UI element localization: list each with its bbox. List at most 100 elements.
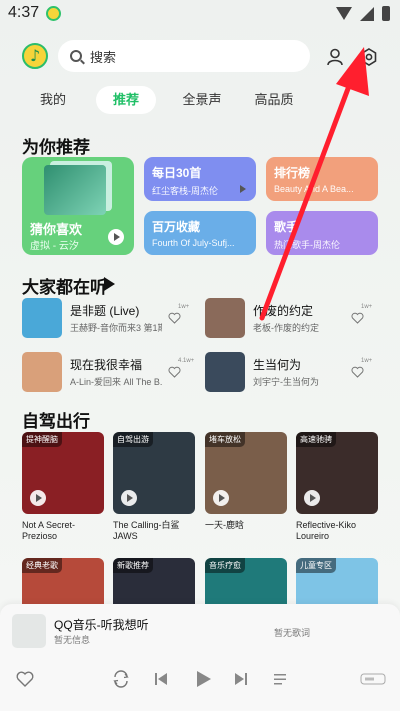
- playlist-play-button[interactable]: [30, 490, 46, 506]
- heart-icon[interactable]: [168, 366, 181, 378]
- wifi-icon: [336, 7, 352, 20]
- playlist-tag: 堵车放松: [205, 432, 245, 447]
- player-lyric: 暂无歌词: [274, 628, 311, 638]
- sound-quality-icon[interactable]: [360, 670, 386, 688]
- listening-section-title: 大家都在听: [22, 278, 107, 297]
- next-icon[interactable]: [232, 670, 250, 688]
- recommend-section-title: 为你推荐: [22, 138, 90, 157]
- song-cover: [205, 298, 245, 338]
- song-item[interactable]: 作废的约定 老板-作废的约定 1w+: [205, 298, 375, 338]
- guess-you-like-card[interactable]: 猜你喜欢 虚拟 - 云汐: [22, 157, 134, 255]
- mini-player[interactable]: QQ音乐-听我想听 暂无信息 暂无歌词: [0, 604, 400, 711]
- search-bar[interactable]: 搜索: [58, 40, 310, 72]
- song-subtitle: 老板-作废的约定: [253, 323, 319, 333]
- gear-icon[interactable]: [360, 48, 378, 66]
- song-item[interactable]: 现在我很幸福 A-Lin-爱回来 All The B... 4.1w+: [22, 352, 195, 392]
- cellular-signal-icon: [360, 6, 374, 21]
- user-icon[interactable]: [326, 48, 344, 66]
- status-time: 4:37: [8, 4, 40, 21]
- playlist-card[interactable]: 堵车放松 一天-鹿晗: [205, 432, 287, 531]
- playlist-tag: 儿童专区: [296, 558, 336, 573]
- battery-icon: [382, 6, 390, 21]
- song-title: 作废的约定: [253, 304, 314, 318]
- playlist-card[interactable]: 经典老歌: [22, 558, 104, 606]
- song-subtitle: 刘宇宁-生当何为: [253, 377, 319, 387]
- repeat-icon[interactable]: [112, 670, 130, 688]
- tab-mine[interactable]: 我的: [30, 86, 76, 114]
- playlist-cover: 堵车放松: [205, 432, 287, 514]
- playlist-cover: 提神醒脑: [22, 432, 104, 514]
- heart-icon[interactable]: [16, 670, 34, 688]
- million-title: 百万收藏: [152, 220, 201, 234]
- playlist-icon[interactable]: [272, 670, 290, 688]
- playlist-tag: 音乐疗愈: [205, 558, 245, 573]
- playlist-row-2: 经典老歌 新歌推荐 音乐疗愈 儿童专区: [22, 558, 400, 606]
- million-subtitle: Fourth Of July-Sufj...: [152, 238, 235, 248]
- singers-subtitle: 热门歌手-周杰伦: [274, 240, 340, 250]
- playlist-tag: 高速驰骋: [296, 432, 336, 447]
- playlist-tag: 提神醒脑: [22, 432, 62, 447]
- status-indicators: [336, 6, 390, 21]
- playlist-tag: 新歌推荐: [113, 558, 153, 573]
- song-subtitle: 王赫野-音你而来3 第1期: [70, 323, 162, 333]
- play-all-icon[interactable]: [104, 277, 115, 291]
- song-cover: [205, 352, 245, 392]
- drive-section-title: 自驾出行: [22, 412, 90, 431]
- playlist-card[interactable]: 高速驰骋 Reflective-Kiko Loureiro: [296, 432, 378, 542]
- heart-icon[interactable]: [168, 312, 181, 324]
- qqmusic-logo-icon[interactable]: [22, 43, 48, 69]
- playlist-cover: 自驾出游: [113, 432, 195, 514]
- tab-high-quality[interactable]: 高品质: [248, 86, 300, 114]
- playlist-play-button[interactable]: [121, 490, 137, 506]
- song-item[interactable]: 是非题 (Live) 王赫野-音你而来3 第1期 1w+: [22, 298, 192, 338]
- guess-play-button[interactable]: [108, 229, 124, 245]
- tab-recommend[interactable]: 推荐: [96, 86, 156, 114]
- like-count: 4.1w+: [178, 358, 195, 364]
- charts-title: 排行榜: [274, 166, 311, 180]
- playlist-play-button[interactable]: [213, 490, 229, 506]
- playlist-label: Reflective-Kiko Loureiro: [296, 520, 357, 541]
- playlist-label: 一天-鹿晗: [205, 520, 244, 530]
- playlist-card[interactable]: 音乐疗愈: [205, 558, 287, 606]
- playlist-tag: 经典老歌: [22, 558, 62, 573]
- guess-cover-image: [44, 165, 106, 215]
- player-title: QQ音乐-听我想听: [54, 618, 149, 632]
- like-count: 1w+: [178, 304, 190, 310]
- heart-icon[interactable]: [351, 366, 364, 378]
- song-cover: [22, 352, 62, 392]
- top-bar: 搜索: [0, 40, 400, 74]
- daily-play-icon[interactable]: [234, 181, 247, 194]
- tab-dolby-atmos[interactable]: 全景声: [176, 86, 228, 114]
- playlist-card[interactable]: 自驾出游 The Calling-白鲨JAWS: [113, 432, 195, 542]
- player-subtitle: 暂无信息: [54, 635, 91, 645]
- song-subtitle: A-Lin-爱回来 All The B...: [70, 377, 162, 387]
- million-favorites-card[interactable]: 百万收藏 Fourth Of July-Sufj...: [144, 211, 256, 255]
- charts-subtitle: Beauty And A Bea...: [274, 184, 354, 194]
- guess-subtitle: 虚拟 - 云汐: [30, 241, 79, 252]
- play-icon[interactable]: [192, 668, 214, 690]
- charts-card[interactable]: 排行榜 Beauty And A Bea...: [266, 157, 378, 201]
- playlist-label: The Calling-白鲨JAWS: [113, 520, 180, 541]
- song-item[interactable]: 生当何为 刘宇宁-生当何为 1w+: [205, 352, 375, 392]
- category-tabs: 我的 推荐 全景声 高品质: [0, 86, 400, 114]
- song-title: 是非题 (Live): [70, 304, 140, 318]
- daily-30-card[interactable]: 每日30首 红尘客栈-周杰伦: [144, 157, 256, 201]
- song-cover: [22, 298, 62, 338]
- search-icon: [70, 50, 82, 62]
- like-count: 1w+: [361, 358, 373, 364]
- playlist-play-button[interactable]: [304, 490, 320, 506]
- daily-30-title: 每日30首: [152, 166, 202, 180]
- guess-title: 猜你喜欢: [30, 222, 83, 237]
- player-cover: [12, 614, 46, 648]
- singers-title: 歌手: [274, 220, 299, 234]
- song-title: 现在我很幸福: [70, 358, 143, 372]
- playlist-card[interactable]: 提神醒脑 Not A Secret-Prezioso: [22, 432, 104, 542]
- singers-card[interactable]: 歌手 热门歌手-周杰伦: [266, 211, 378, 255]
- playlist-cover: 高速驰骋: [296, 432, 378, 514]
- like-count: 1w+: [361, 304, 373, 310]
- search-placeholder: 搜索: [90, 49, 117, 65]
- playlist-card[interactable]: 儿童专区: [296, 558, 378, 606]
- heart-icon[interactable]: [351, 312, 364, 324]
- playlist-card[interactable]: 新歌推荐: [113, 558, 195, 606]
- previous-icon[interactable]: [152, 670, 170, 688]
